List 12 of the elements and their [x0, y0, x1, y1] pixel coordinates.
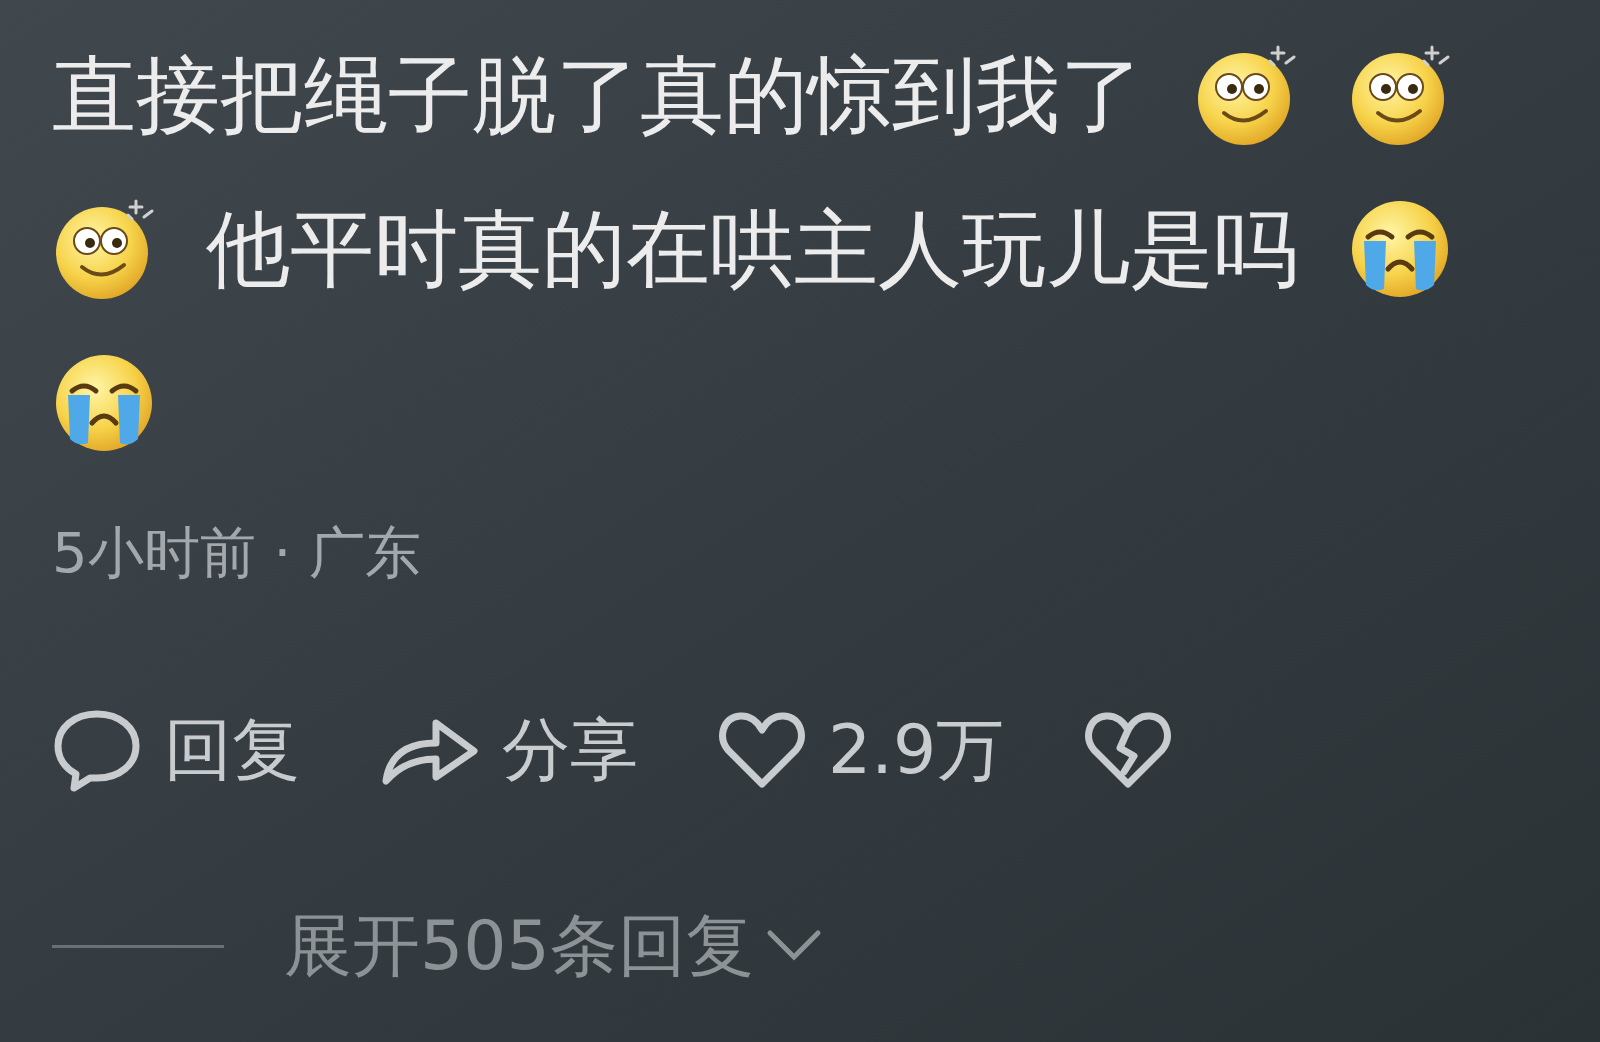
- heart-icon: [718, 710, 806, 790]
- comment-text: 他平时真的在哄主人玩儿是吗: [206, 207, 1298, 291]
- like-button[interactable]: 2.9万: [718, 710, 1005, 790]
- comment-meta: 5小时前 · 广东: [52, 519, 422, 587]
- dislike-button[interactable]: [1084, 710, 1173, 790]
- comment-text: 直接把绳子脱了真的惊到我了: [52, 53, 1144, 137]
- chevron-down-icon: [765, 929, 822, 963]
- broken-heart-icon: [1084, 710, 1173, 790]
- share-button[interactable]: 分享: [380, 713, 638, 787]
- speech-bubble-icon: [52, 708, 142, 792]
- reply-button[interactable]: 回复: [52, 708, 300, 792]
- expand-replies-button[interactable]: 展开505条回复: [284, 912, 822, 980]
